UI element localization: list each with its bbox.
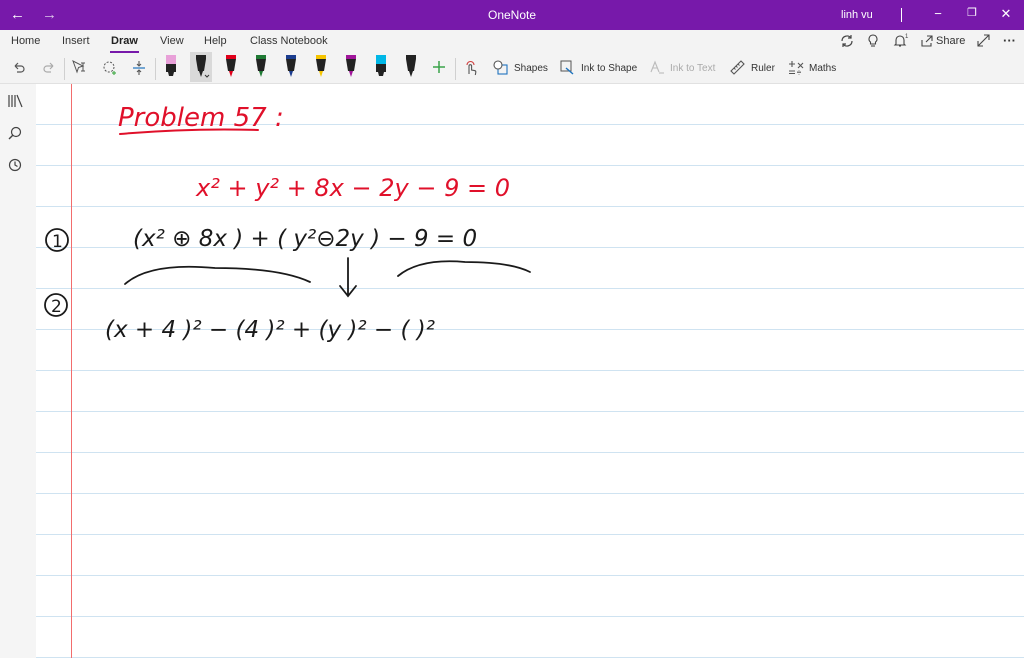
ruler-icon[interactable] — [730, 60, 745, 75]
note-page[interactable] — [36, 84, 1024, 658]
share-icon[interactable] — [921, 35, 933, 47]
titlebar-divider — [901, 8, 902, 22]
pen-2[interactable] — [190, 52, 212, 82]
pen-icon — [316, 55, 326, 77]
pen-1[interactable] — [160, 52, 182, 82]
lightbulb-icon[interactable] — [867, 34, 879, 48]
restore-button[interactable]: ❐ — [962, 6, 982, 19]
highlighter-icon — [166, 55, 176, 76]
type-select-icon[interactable] — [72, 60, 88, 74]
shapes-icon[interactable] — [493, 60, 508, 75]
svg-text:1: 1 — [905, 34, 909, 40]
toolbar-divider — [155, 58, 156, 80]
toolbar-divider — [455, 58, 456, 80]
title-bar: ← → OneNote linh vu − ❐ ✕ — [0, 0, 1024, 30]
ruler-button[interactable]: Ruler — [751, 63, 775, 74]
ink-to-text-button[interactable]: Ink to Text — [670, 63, 715, 74]
pen-6[interactable] — [310, 52, 332, 82]
pen-4[interactable] — [250, 52, 272, 82]
add-pen-icon[interactable] — [432, 60, 446, 74]
tab-home[interactable]: Home — [11, 35, 40, 47]
pen-icon — [256, 55, 266, 77]
pen-9[interactable] — [400, 52, 422, 82]
shapes-button[interactable]: Shapes — [514, 63, 548, 74]
tab-help[interactable]: Help — [204, 35, 227, 47]
tab-class-notebook[interactable]: Class Notebook — [250, 35, 328, 47]
pen-7[interactable] — [340, 52, 362, 82]
ink-to-shape-button[interactable]: Ink to Shape — [581, 63, 637, 74]
ribbon: Home Insert Draw View Help Class Noteboo… — [0, 30, 1024, 84]
navigation-sidebar — [0, 84, 36, 658]
toolbar-divider — [64, 58, 65, 80]
share-button[interactable]: Share — [936, 35, 965, 47]
maths-button[interactable]: Maths — [809, 63, 836, 74]
pen-icon — [226, 55, 236, 77]
pen-5[interactable] — [280, 52, 302, 82]
tab-insert[interactable]: Insert — [62, 35, 90, 47]
pen-icon — [406, 55, 416, 77]
notification-bell-icon[interactable]: 1 — [893, 33, 909, 48]
expand-icon[interactable] — [977, 34, 990, 47]
redo-icon[interactable] — [42, 60, 56, 74]
pen-icon — [196, 55, 210, 78]
tab-draw[interactable]: Draw — [110, 35, 139, 53]
maths-icon[interactable] — [788, 60, 804, 75]
pen-icon — [346, 55, 356, 77]
sync-icon[interactable] — [840, 34, 854, 48]
recent-notes-icon[interactable] — [8, 158, 22, 172]
more-options-icon[interactable]: ··· — [1003, 33, 1016, 48]
pen-icon — [286, 55, 296, 77]
add-space-icon[interactable] — [132, 60, 146, 76]
user-name[interactable]: linh vu — [841, 9, 873, 21]
highlighter-icon — [376, 55, 386, 76]
lasso-select-icon[interactable] — [102, 60, 118, 76]
minimize-button[interactable]: − — [928, 6, 948, 21]
touch-drawing-icon[interactable] — [463, 60, 479, 76]
tab-view[interactable]: View — [160, 35, 184, 47]
pen-8[interactable] — [370, 52, 392, 82]
ink-to-shape-icon[interactable] — [560, 60, 575, 75]
notebooks-icon[interactable] — [8, 94, 24, 108]
undo-icon[interactable] — [12, 60, 26, 74]
search-icon[interactable] — [8, 126, 22, 140]
page-margin-line — [71, 84, 72, 658]
pen-3[interactable] — [220, 52, 242, 82]
close-button[interactable]: ✕ — [996, 6, 1016, 22]
ink-to-text-icon[interactable] — [650, 60, 665, 75]
